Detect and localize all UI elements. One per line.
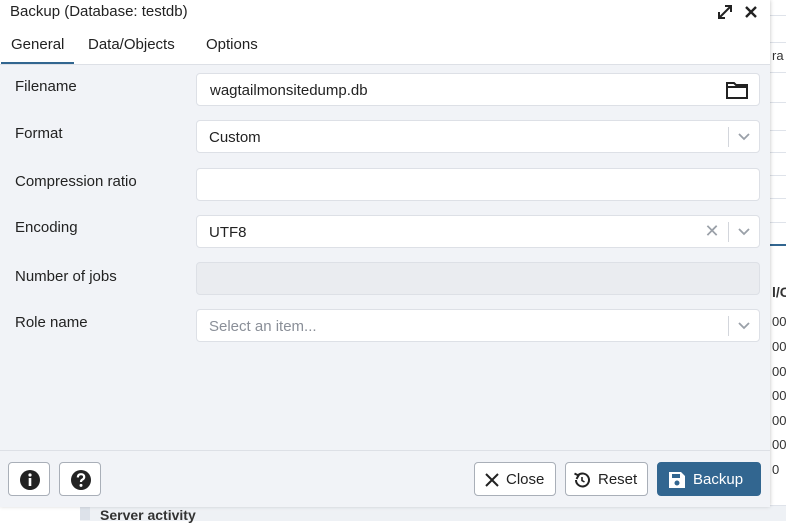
compression-ratio-label: Compression ratio — [15, 173, 137, 190]
backup-button[interactable]: Backup — [657, 462, 761, 496]
background-text: 000 — [772, 339, 786, 354]
divider — [728, 222, 729, 242]
close-icon — [484, 472, 500, 492]
background-text: 0 — [772, 462, 780, 477]
compression-ratio-field[interactable] — [196, 168, 760, 201]
divider — [770, 72, 786, 73]
background-text: 000 — [772, 413, 786, 428]
encoding-value: UTF8 — [209, 224, 247, 241]
background-text: l/C — [772, 284, 786, 300]
clear-icon[interactable]: ✕ — [702, 220, 722, 242]
format-select[interactable]: Custom — [196, 120, 760, 153]
save-icon — [668, 471, 686, 493]
divider — [770, 175, 786, 176]
chevron-down-icon[interactable] — [734, 221, 754, 241]
background-text: 000 — [772, 364, 786, 379]
background-bottom-handle — [80, 505, 90, 520]
divider — [770, 198, 786, 199]
divider — [770, 102, 786, 103]
help-button[interactable] — [59, 462, 101, 496]
format-value: Custom — [209, 129, 261, 146]
divider — [728, 127, 729, 147]
divider — [770, 15, 786, 16]
filename-value: wagtailmonsitedump.db — [210, 82, 368, 99]
tab-data-objects[interactable]: Data/Objects — [88, 36, 175, 53]
folder-icon[interactable] — [725, 80, 749, 105]
role-name-select[interactable]: Select an item... — [196, 309, 760, 342]
number-of-jobs-label: Number of jobs — [15, 268, 117, 285]
divider — [770, 152, 786, 153]
filename-field[interactable]: wagtailmonsitedump.db — [196, 73, 760, 106]
chevron-down-icon[interactable] — [734, 315, 754, 335]
filename-label: Filename — [15, 78, 77, 95]
number-of-jobs-field[interactable] — [196, 262, 760, 295]
encoding-label: Encoding — [15, 219, 78, 236]
divider — [770, 42, 786, 43]
reset-button[interactable]: Reset — [565, 462, 648, 496]
background-text: ra — [772, 48, 784, 63]
background-text: 000 — [772, 314, 786, 329]
tab-options[interactable]: Options — [206, 36, 258, 53]
divider — [770, 130, 786, 131]
format-label: Format — [15, 125, 63, 142]
reset-button-label: Reset — [598, 471, 638, 488]
divider — [770, 222, 786, 223]
background-text: 000 — [772, 437, 786, 452]
help-icon — [70, 469, 92, 495]
maximize-icon[interactable] — [715, 3, 735, 23]
role-name-placeholder: Select an item... — [209, 318, 317, 335]
backup-dialog: Backup (Database: testdb) General Data/O… — [0, 0, 770, 507]
tab-general[interactable]: General — [0, 36, 75, 64]
reset-icon — [572, 470, 592, 494]
info-icon — [19, 469, 41, 495]
info-button[interactable] — [8, 462, 50, 496]
dialog-footer: Close Reset Backup — [0, 450, 770, 507]
close-icon[interactable] — [741, 3, 761, 23]
backup-button-label: Backup — [693, 471, 744, 488]
close-button-label: Close — [506, 471, 545, 488]
dialog-title: Backup (Database: testdb) — [10, 3, 188, 20]
encoding-select[interactable]: UTF8 ✕ — [196, 215, 760, 248]
background-panel-title: Server activity — [100, 507, 196, 523]
chevron-down-icon[interactable] — [734, 126, 754, 146]
close-button[interactable]: Close — [474, 462, 556, 496]
background-text: 000 — [772, 388, 786, 403]
dialog-tabs: General Data/Objects Options — [0, 28, 770, 65]
divider — [728, 316, 729, 336]
dialog-titlebar[interactable]: Backup (Database: testdb) — [0, 0, 770, 28]
role-name-label: Role name — [15, 314, 88, 331]
background-tab-indicator — [770, 244, 786, 246]
